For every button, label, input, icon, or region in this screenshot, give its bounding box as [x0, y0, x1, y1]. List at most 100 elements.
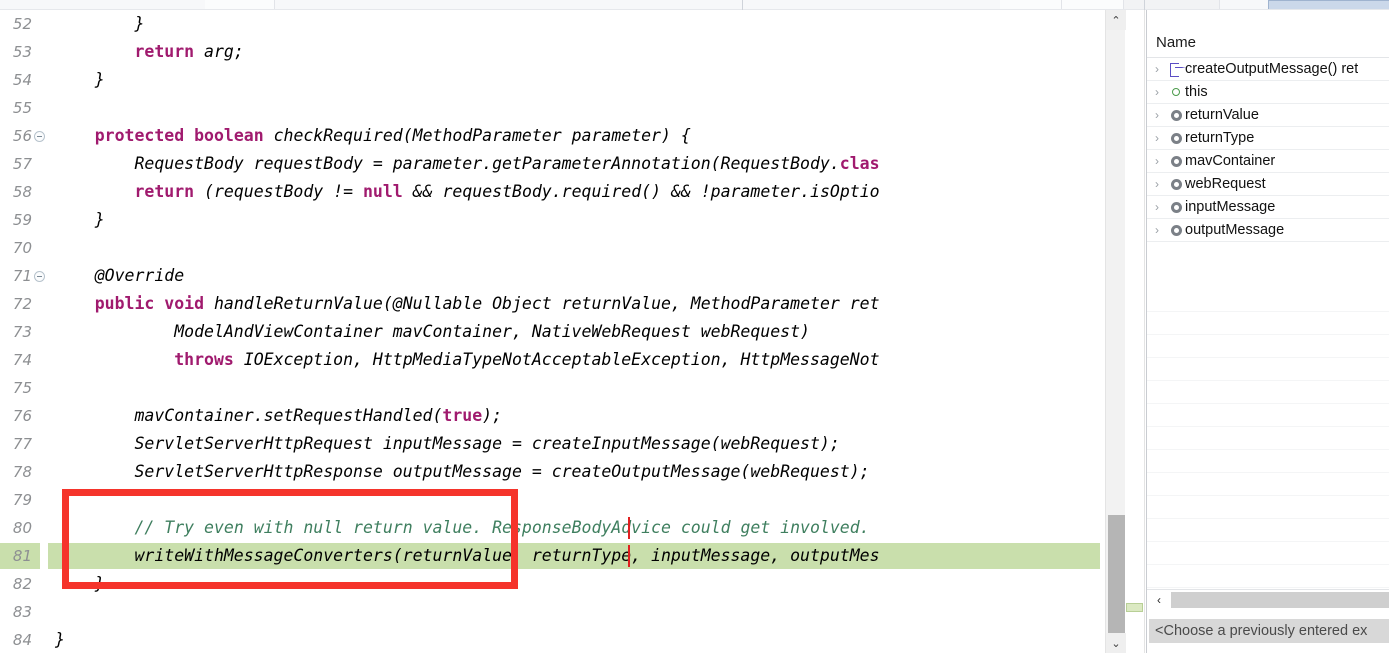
fold-collapse-icon[interactable]	[34, 131, 45, 142]
expand-arrow-icon[interactable]: ›	[1147, 85, 1167, 99]
line-number: 70	[12, 239, 32, 257]
expand-arrow-icon[interactable]: ›	[1147, 131, 1167, 145]
code-line[interactable]: 52 }	[0, 10, 1100, 38]
code-line[interactable]: 76 mavContainer.setRequestHandled(true);	[0, 402, 1100, 430]
variable-name-label: outputMessage	[1185, 222, 1285, 238]
expand-arrow-icon[interactable]: ›	[1147, 62, 1167, 76]
code-token: // Try even with null return value. Resp…	[134, 518, 870, 537]
variable-name-label: returnValue	[1185, 107, 1259, 123]
code-line-text: ServletServerHttpResponse outputMessage …	[55, 458, 870, 486]
variables-column-header[interactable]: Name	[1147, 30, 1389, 58]
code-line-text: public void handleReturnValue(@Nullable …	[55, 290, 880, 318]
variable-name-label: inputMessage	[1185, 199, 1276, 215]
code-token: IOException, HttpMediaTypeNotAcceptableE…	[233, 350, 880, 369]
code-line[interactable]: 84}	[0, 626, 1100, 653]
variables-empty-row	[1147, 427, 1389, 450]
expand-arrow-icon[interactable]: ›	[1147, 108, 1167, 122]
expression-input-placeholder: <Choose a previously entered ex	[1155, 623, 1368, 639]
code-line[interactable]: 59 }	[0, 206, 1100, 234]
variable-row[interactable]: › returnType	[1147, 127, 1389, 150]
code-line-text: mavContainer.setRequestHandled(true);	[55, 402, 502, 430]
variables-view-footer	[1147, 643, 1389, 653]
code-line[interactable]: 70	[0, 234, 1100, 262]
code-line[interactable]: 72 public void handleReturnValue(@Nullab…	[0, 290, 1100, 318]
variable-name-label: returnType	[1185, 130, 1255, 146]
code-line[interactable]: 55	[0, 94, 1100, 122]
scroll-left-arrow-icon[interactable]: ‹	[1149, 590, 1169, 609]
code-line-text: }	[55, 626, 65, 653]
code-token: ServletServerHttpResponse outputMessage …	[55, 462, 870, 481]
variables-view: Name › createOutputMessage() ret › this › ret…	[1146, 10, 1389, 653]
line-number: 57	[12, 155, 32, 173]
code-line[interactable]: 71 @Override	[0, 262, 1100, 290]
ide-window: 52 } 53 return arg; 54 } 55 56 protected boo…	[0, 0, 1389, 653]
code-line-text: }	[55, 570, 105, 598]
expression-input[interactable]: <Choose a previously entered ex	[1149, 619, 1389, 643]
code-editor[interactable]: 52 } 53 return arg; 54 } 55 56 protected boo…	[0, 10, 1100, 653]
code-line[interactable]: 83	[0, 598, 1100, 626]
code-line-text: writeWithMessageConverters(returnValue, …	[55, 542, 879, 570]
code-line[interactable]: 80 // Try even with null return value. R…	[0, 514, 1100, 542]
line-number: 79	[12, 491, 32, 509]
code-line[interactable]: 78 ServletServerHttpResponse outputMessa…	[0, 458, 1100, 486]
code-token: ModelAndViewContainer mavContainer, Nati…	[55, 322, 810, 341]
code-line-text: throws IOException, HttpMediaTypeNotAcce…	[55, 346, 880, 374]
text-caret	[628, 517, 630, 539]
code-line-text: return arg;	[55, 38, 243, 66]
code-token: }	[55, 630, 65, 649]
code-line[interactable]: 57 RequestBody requestBody = parameter.g…	[0, 150, 1100, 178]
overview-ruler-marker[interactable]	[1126, 603, 1143, 612]
code-line[interactable]: 81 writeWithMessageConverters(returnValu…	[0, 542, 1100, 570]
scrollbar-thumb[interactable]	[1108, 515, 1125, 643]
editor-vertical-scrollbar[interactable]: ⌃ ⌄	[1105, 10, 1126, 653]
variables-empty-row	[1147, 381, 1389, 404]
expand-arrow-icon[interactable]: ›	[1147, 223, 1167, 237]
variables-hscroll-track[interactable]	[1171, 592, 1389, 608]
code-token: }	[55, 14, 145, 33]
toolbar-segment	[1124, 0, 1220, 9]
fold-collapse-icon[interactable]	[34, 271, 45, 282]
editor-code-area[interactable]: 52 } 53 return arg; 54 } 55 56 protected boo…	[0, 10, 1100, 653]
variables-empty-row	[1147, 519, 1389, 542]
code-line[interactable]: 56 protected boolean checkRequired(Metho…	[0, 122, 1100, 150]
variable-row[interactable]: › this	[1147, 81, 1389, 104]
local-variable-icon-glyph	[1170, 224, 1182, 236]
code-token: null	[362, 182, 403, 201]
line-number: 52	[12, 15, 32, 33]
code-line[interactable]: 58 return (requestBody != null && reques…	[0, 178, 1100, 206]
code-line[interactable]: 79	[0, 486, 1100, 514]
variable-row[interactable]: › mavContainer	[1147, 150, 1389, 173]
line-number: 81	[12, 547, 32, 565]
variable-row[interactable]: › createOutputMessage() ret	[1147, 58, 1389, 81]
line-number: 72	[12, 295, 32, 313]
line-number: 54	[12, 71, 32, 89]
active-view-tab[interactable]	[1268, 0, 1389, 9]
line-number: 80	[12, 519, 32, 537]
expand-arrow-icon[interactable]: ›	[1147, 177, 1167, 191]
code-line[interactable]: 77 ServletServerHttpRequest inputMessage…	[0, 430, 1100, 458]
expand-arrow-icon[interactable]: ›	[1147, 200, 1167, 214]
variables-tree[interactable]: › createOutputMessage() ret › this › returnVa…	[1147, 58, 1389, 242]
editor-overview-ruler[interactable]	[1125, 10, 1145, 653]
variable-row[interactable]: › returnValue	[1147, 104, 1389, 127]
variables-horizontal-scrollbar[interactable]: ‹	[1147, 589, 1389, 609]
code-line[interactable]: 54 }	[0, 66, 1100, 94]
code-token: void	[164, 294, 205, 313]
code-token: boolean	[194, 126, 264, 145]
variable-row[interactable]: › inputMessage	[1147, 196, 1389, 219]
scroll-down-arrow-icon[interactable]: ⌄	[1106, 633, 1126, 653]
code-line[interactable]: 75	[0, 374, 1100, 402]
variable-row[interactable]: › webRequest	[1147, 173, 1389, 196]
line-number: 82	[12, 575, 32, 593]
code-line[interactable]: 53 return arg;	[0, 38, 1100, 66]
expand-arrow-icon[interactable]: ›	[1147, 154, 1167, 168]
code-line[interactable]: 73 ModelAndViewContainer mavContainer, N…	[0, 318, 1100, 346]
code-line[interactable]: 82 }	[0, 570, 1100, 598]
code-line[interactable]: 74 throws IOException, HttpMediaTypeNotA…	[0, 346, 1100, 374]
code-token: );	[482, 406, 503, 425]
variable-row[interactable]: › outputMessage	[1147, 219, 1389, 242]
scroll-up-arrow-icon[interactable]: ⌃	[1106, 10, 1126, 30]
local-variable-icon	[1167, 155, 1185, 167]
